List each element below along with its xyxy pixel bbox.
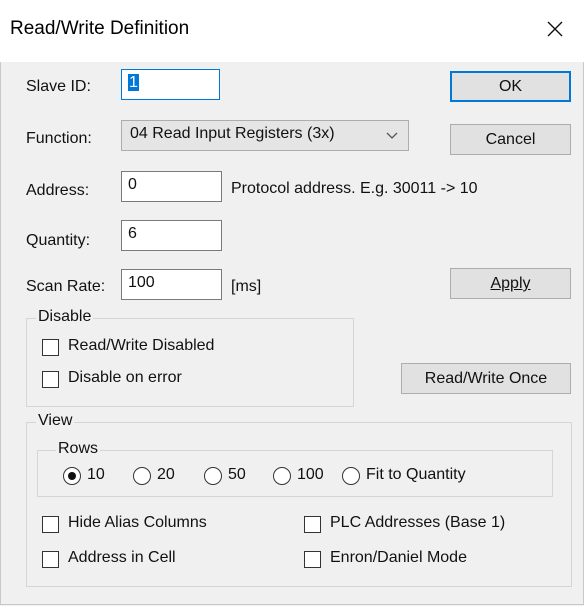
close-icon xyxy=(547,21,563,37)
slave-id-input[interactable]: 1 xyxy=(121,69,220,100)
read-write-once-button[interactable]: Read/Write Once xyxy=(401,363,571,394)
rows-50-label: 50 xyxy=(228,466,246,483)
rows-fit-to-quantity-radio[interactable] xyxy=(342,467,360,485)
radio-selected-dot xyxy=(68,472,76,480)
view-group-title: View xyxy=(36,412,75,430)
read-write-once-label: Read/Write Once xyxy=(424,370,548,387)
enron-daniel-mode-label: Enron/Daniel Mode xyxy=(330,549,467,566)
rows-group xyxy=(37,450,553,497)
slave-id-label: Slave ID: xyxy=(26,78,91,95)
function-select[interactable]: 04 Read Input Registers (3x) xyxy=(121,120,409,151)
rows-10-label: 10 xyxy=(87,466,105,483)
rw-disabled-checkbox[interactable] xyxy=(42,339,59,356)
hide-alias-columns-checkbox[interactable] xyxy=(42,516,59,533)
rows-20-radio[interactable] xyxy=(133,467,151,485)
rows-group-title: Rows xyxy=(56,440,101,458)
address-hint: Protocol address. E.g. 30011 -> 10 xyxy=(231,180,478,197)
scan-rate-label: Scan Rate: xyxy=(26,278,106,295)
address-input[interactable]: 0 xyxy=(121,171,222,202)
rows-20-label: 20 xyxy=(157,466,175,483)
slave-id-value: 1 xyxy=(128,74,139,91)
disable-group xyxy=(26,318,354,407)
scan-rate-value: 100 xyxy=(128,274,155,291)
disable-group-title: Disable xyxy=(36,308,94,326)
address-in-cell-label: Address in Cell xyxy=(68,549,176,566)
quantity-value: 6 xyxy=(128,225,137,242)
apply-button[interactable]: Apply xyxy=(450,268,571,299)
rows-fit-to-quantity-label: Fit to Quantity xyxy=(366,466,466,483)
hide-alias-columns-label: Hide Alias Columns xyxy=(68,514,207,531)
enron-daniel-mode-checkbox[interactable] xyxy=(304,551,321,568)
chevron-down-icon xyxy=(386,132,398,139)
rw-disabled-label: Read/Write Disabled xyxy=(68,337,215,354)
ok-button[interactable]: OK xyxy=(450,71,571,102)
scan-rate-unit: [ms] xyxy=(231,278,262,295)
close-button[interactable] xyxy=(538,12,572,46)
rows-100-radio[interactable] xyxy=(273,467,291,485)
address-in-cell-checkbox[interactable] xyxy=(42,551,59,568)
plc-addresses-checkbox[interactable] xyxy=(304,516,321,533)
rows-100-label: 100 xyxy=(297,466,324,483)
disable-on-error-label: Disable on error xyxy=(68,369,182,386)
quantity-label: Quantity: xyxy=(26,232,91,249)
rows-10-radio[interactable] xyxy=(63,467,81,485)
address-value: 0 xyxy=(128,176,137,193)
title-bar: Read/Write Definition xyxy=(0,0,584,63)
quantity-input[interactable]: 6 xyxy=(121,220,222,251)
scan-rate-input[interactable]: 100 xyxy=(121,269,222,300)
rows-50-radio[interactable] xyxy=(204,467,222,485)
address-label: Address: xyxy=(26,182,90,199)
cancel-button[interactable]: Cancel xyxy=(450,124,571,155)
plc-addresses-label: PLC Addresses (Base 1) xyxy=(330,514,506,531)
disable-on-error-checkbox[interactable] xyxy=(42,371,59,388)
function-label: Function: xyxy=(26,130,92,147)
window-title: Read/Write Definition xyxy=(10,18,190,39)
function-select-value: 04 Read Input Registers (3x) xyxy=(130,125,335,142)
